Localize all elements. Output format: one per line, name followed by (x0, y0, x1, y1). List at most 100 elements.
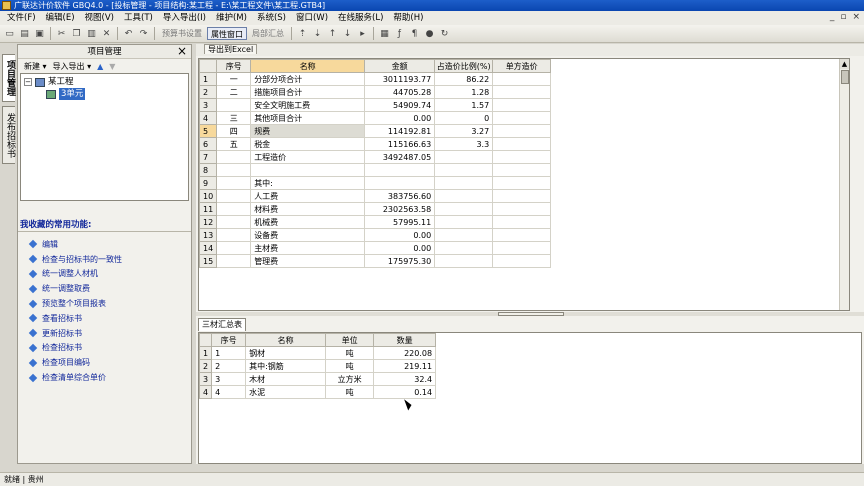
cell-unit-cost[interactable] (492, 111, 552, 125)
cell-quantity[interactable]: 32.4 (373, 372, 437, 386)
cell-name[interactable]: 人工费 (250, 189, 366, 203)
cell-unit-cost[interactable] (492, 98, 552, 112)
import-export-dropdown[interactable]: 导入导出 ▾ (53, 61, 92, 72)
menu-file[interactable]: 文件(F) (2, 11, 41, 25)
tab-project-management[interactable]: 项目管理 (2, 54, 15, 102)
cell-index[interactable]: 二 (216, 85, 252, 99)
cell-name[interactable]: 机械费 (250, 215, 366, 229)
cell-unit-cost[interactable] (492, 202, 552, 216)
cell-quantity[interactable]: 219.11 (373, 359, 437, 373)
column-header[interactable]: 名称 (245, 333, 327, 347)
favorite-item[interactable]: 统一调整取费 (18, 281, 191, 296)
cell-amount[interactable]: 383756.60 (364, 189, 436, 203)
cell-ratio[interactable]: 3.3 (434, 137, 494, 151)
cell-index[interactable]: 2 (211, 359, 247, 373)
cell-name[interactable]: 材料费 (250, 202, 366, 216)
table-row[interactable]: 1 一分部分项合计 3011193.77 86.22 (199, 72, 552, 86)
column-header[interactable]: 数量 (373, 333, 437, 347)
level-up-icon[interactable]: ↑ (326, 27, 339, 40)
open-folder-icon[interactable]: ▤ (18, 27, 31, 40)
cell-amount[interactable]: 44705.28 (364, 85, 436, 99)
undo-icon[interactable]: ↶ (122, 27, 135, 40)
column-header[interactable]: 序号 (211, 333, 247, 347)
table-row[interactable]: 8 (199, 163, 552, 177)
table-row[interactable]: 2 二措施项目合计 44705.28 1.28 (199, 85, 552, 99)
table-row[interactable]: 11 材料费 2302563.58 (199, 202, 552, 216)
cell-quantity[interactable]: 220.08 (373, 346, 437, 360)
cell-unit-cost[interactable] (492, 137, 552, 151)
local-summary-button[interactable]: 局部汇总 (249, 27, 287, 40)
cell-amount[interactable]: 54909.74 (364, 98, 436, 112)
level-down-icon[interactable]: ↓ (341, 27, 354, 40)
cell-unit-cost[interactable] (492, 241, 552, 255)
cell-amount[interactable]: 115166.63 (364, 137, 436, 151)
cell-ratio[interactable] (434, 150, 494, 164)
calculator-icon[interactable]: ▦ (378, 27, 391, 40)
cell-ratio[interactable] (434, 176, 494, 190)
cell-amount[interactable] (364, 163, 436, 177)
cell-name[interactable]: 主材费 (250, 241, 366, 255)
cell-amount[interactable]: 175975.30 (364, 254, 436, 268)
cell-index[interactable]: 五 (216, 137, 252, 151)
cell-index[interactable]: 4 (211, 385, 247, 399)
delete-icon[interactable]: ✕ (100, 27, 113, 40)
collapse-icon[interactable]: − (24, 78, 32, 86)
cell-name[interactable]: 管理费 (250, 254, 366, 268)
cell-unit[interactable]: 吨 (325, 385, 375, 399)
cell-unit[interactable]: 吨 (325, 346, 375, 360)
menu-edit[interactable]: 编辑(E) (41, 11, 80, 25)
new-dropdown[interactable]: 新建 ▾ (24, 61, 47, 72)
cell-index[interactable] (216, 189, 252, 203)
table-row[interactable]: 7 工程造价 3492487.05 (199, 150, 552, 164)
database-icon[interactable]: ● (423, 27, 436, 40)
column-header[interactable]: 单位 (325, 333, 375, 347)
cell-index[interactable] (216, 176, 252, 190)
menu-online[interactable]: 在线服务(L) (333, 11, 388, 25)
cell-index[interactable] (216, 150, 252, 164)
move-down-icon[interactable]: ⇣ (311, 27, 324, 40)
cell-name[interactable]: 工程造价 (250, 150, 366, 164)
cell-index[interactable] (216, 254, 252, 268)
table-row[interactable]: 15 管理费 175975.30 (199, 254, 552, 268)
cell-name[interactable]: 其中: (250, 176, 366, 190)
scroll-up-icon[interactable]: ▲ (840, 59, 849, 69)
cell-amount[interactable]: 0.00 (364, 228, 436, 242)
cell-unit-cost[interactable] (492, 124, 552, 138)
table-row[interactable]: 3 3 木材 立方米 32.4 (198, 372, 437, 386)
splitter-grip[interactable] (498, 312, 564, 316)
cell-ratio[interactable]: 3.27 (434, 124, 494, 138)
cell-name[interactable]: 分部分项合计 (250, 72, 366, 86)
column-header[interactable]: 名称 (250, 59, 366, 73)
cell-unit-cost[interactable] (492, 215, 552, 229)
cell-name[interactable]: 其他项目合计 (250, 111, 366, 125)
cell-ratio[interactable]: 1.28 (434, 85, 494, 99)
menu-import-export[interactable]: 导入导出(I) (158, 11, 211, 25)
cell-name[interactable]: 设备费 (250, 228, 366, 242)
cell-name[interactable]: 水泥 (245, 385, 327, 399)
cell-index[interactable]: 三 (216, 111, 252, 125)
table-row[interactable]: 4 4 水泥吨 0.14 (198, 385, 437, 399)
table-row[interactable]: 2 2 其中:钢筋吨 219.11 (198, 359, 437, 373)
cell-ratio[interactable] (434, 189, 494, 203)
redo-icon[interactable]: ↷ (137, 27, 150, 40)
menu-help[interactable]: 帮助(H) (388, 11, 428, 25)
cell-ratio[interactable] (434, 254, 494, 268)
cell-amount[interactable]: 0.00 (364, 241, 436, 255)
cell-amount[interactable]: 0.00 (364, 111, 436, 125)
table-row[interactable]: 10 人工费 383756.60 (199, 189, 552, 203)
vertical-scrollbar[interactable]: ▲ (839, 59, 849, 310)
restore-icon[interactable]: ▫ (840, 12, 846, 22)
cell-name[interactable]: 措施项目合计 (250, 85, 366, 99)
cell-amount[interactable]: 2302563.58 (364, 202, 436, 216)
cell-index[interactable] (216, 98, 252, 112)
tree-node-root[interactable]: − 某工程 (24, 76, 185, 88)
menu-tools[interactable]: 工具(T) (119, 11, 158, 25)
table-row[interactable]: 1 1 钢材吨 220.08 (198, 346, 437, 360)
cell-name[interactable]: 规费 (250, 124, 366, 138)
cell-ratio[interactable]: 0 (434, 111, 494, 125)
menu-view[interactable]: 视图(V) (80, 11, 119, 25)
pane-splitter[interactable] (196, 312, 864, 316)
table-row[interactable]: 3 安全文明施工费 54909.74 1.57 (199, 98, 552, 112)
cell-ratio[interactable]: 86.22 (434, 72, 494, 86)
table-row[interactable]: 6 五税金 115166.63 3.3 (199, 137, 552, 151)
